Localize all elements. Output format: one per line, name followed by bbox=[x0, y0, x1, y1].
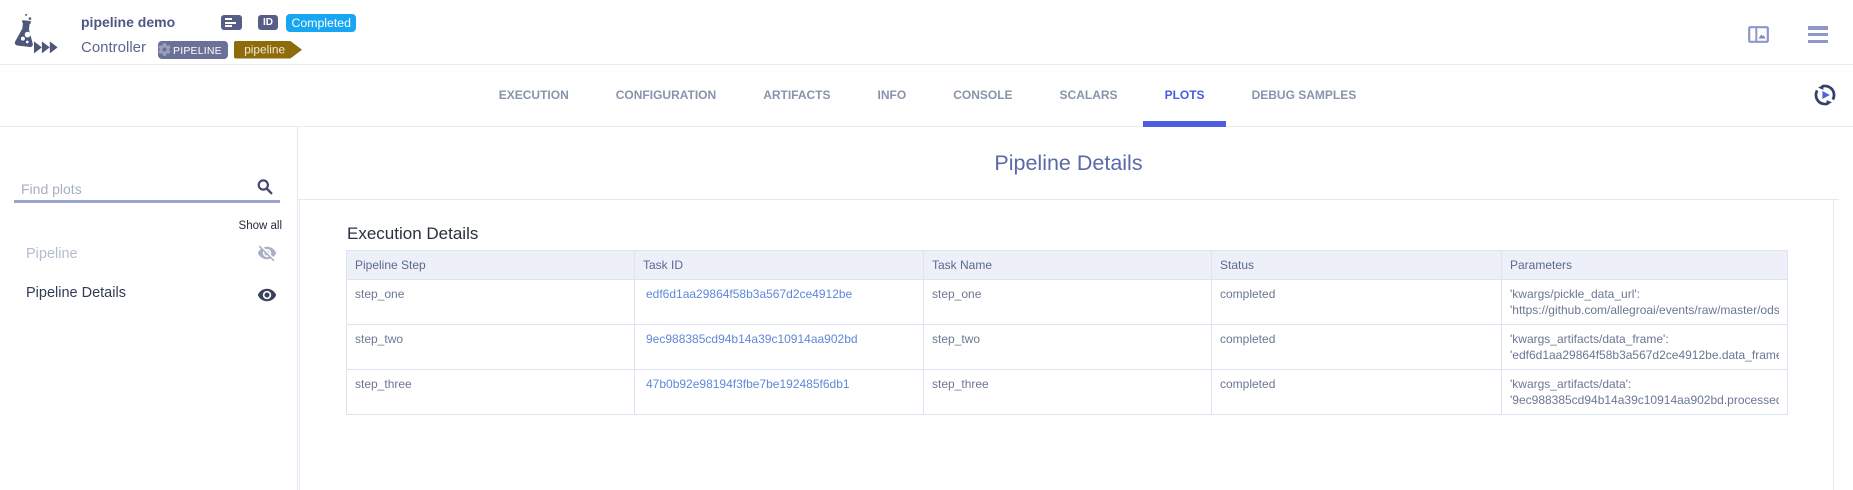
svg-text:pipeline: pipeline bbox=[244, 43, 285, 57]
